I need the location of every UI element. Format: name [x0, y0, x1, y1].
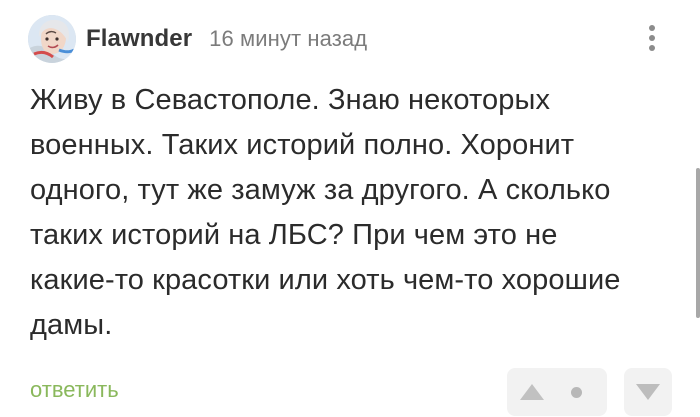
upvote-button[interactable] [507, 368, 557, 416]
comment-time: 16 минут назад [209, 26, 368, 51]
upvote-icon [520, 384, 544, 400]
avatar-icon [28, 15, 76, 63]
more-vertical-icon [649, 25, 655, 31]
avatar[interactable] [28, 15, 76, 63]
more-vertical-icon [649, 45, 655, 51]
rating-dot-icon [571, 386, 582, 398]
comment-card: Flawnder 16 минут назад Живу в Севастопо… [0, 0, 700, 417]
more-options-button[interactable] [640, 18, 664, 58]
reply-link[interactable]: ответить [30, 377, 119, 403]
comment-body: Живу в Севастополе. Знаю некоторых военн… [30, 84, 621, 341]
downvote-icon [636, 384, 660, 400]
comment-header: Flawnder 16 минут назад [28, 14, 367, 64]
more-vertical-icon [649, 35, 655, 41]
scrollbar[interactable] [696, 168, 700, 318]
author-name[interactable]: Flawnder [86, 25, 192, 53]
vote-box [507, 368, 607, 416]
downvote-button[interactable] [624, 368, 672, 416]
